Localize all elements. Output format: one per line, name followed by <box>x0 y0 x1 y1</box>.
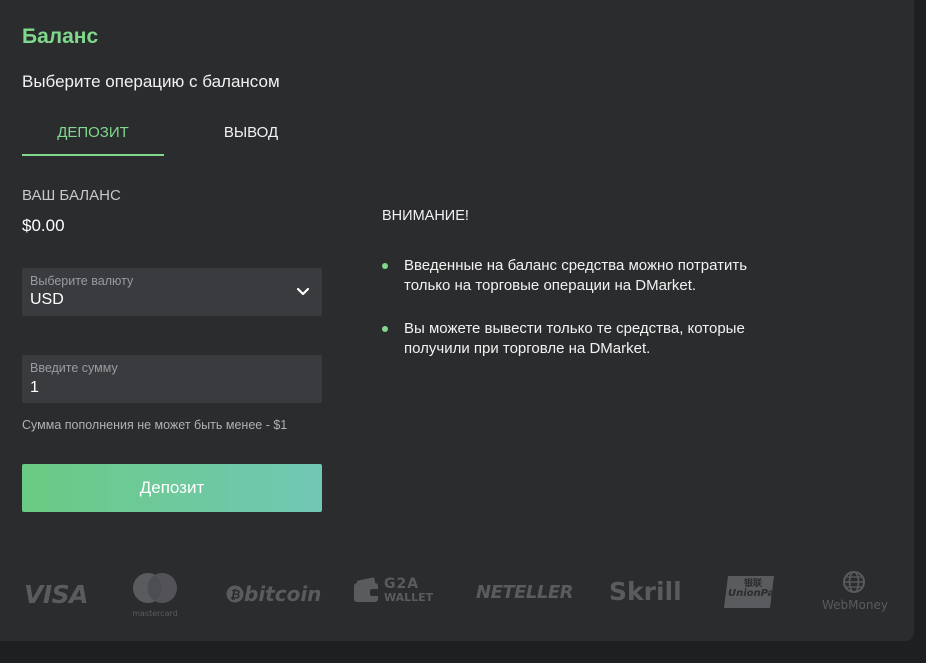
notice-item: Введенные на баланс средства можно потра… <box>382 256 762 296</box>
webmoney-logo: WebMoney <box>822 570 888 612</box>
page-subtitle: Выберите операцию с балансом <box>22 72 280 91</box>
neteller-logo: NETELLER <box>476 582 574 603</box>
amount-input[interactable] <box>30 377 310 399</box>
tab-deposit[interactable]: ДЕПОЗИТ <box>22 112 164 156</box>
bullet-icon <box>382 326 388 332</box>
operation-tabs: ДЕПОЗИТ ВЫВОД <box>22 112 342 158</box>
balance-panel: Баланс Выберите операцию с балансом ДЕПО… <box>0 0 914 641</box>
visa-logo: VISA <box>24 580 89 609</box>
tab-withdraw[interactable]: ВЫВОД <box>180 112 322 156</box>
notice-list: Введенные на баланс средства можно потра… <box>382 256 762 382</box>
mastercard-logo: mastercard <box>128 571 182 618</box>
amount-field-label: Введите сумму <box>30 361 118 375</box>
bullet-icon <box>382 263 388 269</box>
notice-item: Вы можете вывести только те средства, ко… <box>382 319 762 359</box>
mastercard-logo-text: mastercard <box>132 609 178 618</box>
unionpay-logo-text: UnionPay <box>728 588 781 599</box>
notice-title: ВНИМАНИЕ! <box>382 208 469 224</box>
notice-item-text: Введенные на баланс средства можно потра… <box>404 257 748 294</box>
currency-select-value: USD <box>30 291 64 308</box>
currency-select-label: Выберите валюту <box>30 274 134 288</box>
balance-value: $0.00 <box>22 216 65 235</box>
notice-item-text: Вы можете вывести только те средства, ко… <box>404 320 745 357</box>
mastercard-icon <box>133 573 177 603</box>
globe-icon <box>843 571 865 593</box>
balance-label: ВАШ БАЛАНС <box>22 187 121 204</box>
chevron-down-icon[interactable] <box>296 285 310 299</box>
wallet-icon <box>354 577 379 602</box>
currency-select[interactable]: Выберите валюту USD <box>22 268 322 316</box>
deposit-button[interactable]: Депозит <box>22 464 322 512</box>
skrill-logo-text: Skrill <box>609 577 682 606</box>
svg-text:₿: ₿ <box>230 588 241 602</box>
bitcoin-logo-text: bitcoin <box>244 582 322 606</box>
webmoney-logo-text: WebMoney <box>822 598 888 612</box>
skrill-logo: Skrill <box>609 577 682 606</box>
bitcoin-icon: ₿ <box>226 585 244 603</box>
minimum-amount-hint: Сумма пополнения не может быть менее - $… <box>22 418 288 432</box>
g2a-logo-text: G2A <box>384 576 420 592</box>
unionpay-logo: 银联 UnionPay <box>722 574 781 610</box>
page-title: Баланс <box>22 25 99 48</box>
visa-logo-text: VISA <box>24 580 89 609</box>
bitcoin-logo: ₿ bitcoin <box>226 582 321 606</box>
wallet-logo-text: WALLET <box>384 591 434 604</box>
amount-field: Введите сумму <box>22 355 322 403</box>
payment-methods: VISA mastercard ₿ bitcoin G2A WALLET NET… <box>22 568 892 618</box>
neteller-logo-text: NETELLER <box>476 582 574 603</box>
g2a-wallet-logo: G2A WALLET <box>353 576 433 608</box>
